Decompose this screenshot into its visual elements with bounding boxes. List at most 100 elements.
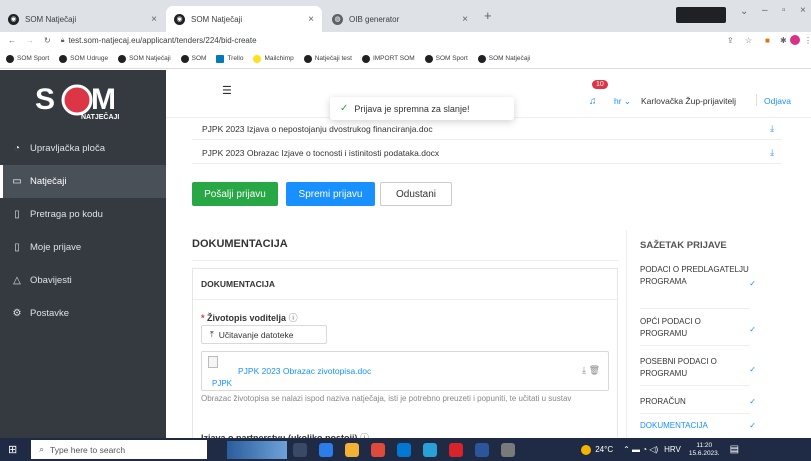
- lock-icon: 🔒︎: [60, 36, 65, 44]
- bell-icon[interactable]: ♫: [589, 96, 597, 107]
- browser-tab[interactable]: ◍ OIB generator ×: [324, 6, 476, 32]
- file-explorer-icon[interactable]: [345, 442, 360, 457]
- sidebar-item-notifications[interactable]: △ Obavijesti: [0, 264, 166, 297]
- share-icon[interactable]: ⇪: [727, 36, 734, 45]
- bookmark[interactable]: SOM Udruge: [59, 54, 108, 63]
- widgets-banner[interactable]: [227, 440, 288, 459]
- app-icon[interactable]: [423, 442, 438, 457]
- url-field[interactable]: test.som-natjecaj.eu/applicant/tenders/2…: [68, 36, 256, 45]
- bookmark[interactable]: Mailchimp: [253, 54, 294, 63]
- download-icon[interactable]: ⤓: [770, 147, 774, 158]
- bookmark[interactable]: SOM: [180, 54, 206, 63]
- summary-title: SAŽETAK PRIJAVE: [640, 240, 727, 251]
- summary-item[interactable]: PODACI O PREDLAGATELJU PROGRAMA ✓: [640, 264, 756, 309]
- info-icon[interactable]: ⓘ: [289, 313, 298, 323]
- logo[interactable]: S M NATJEČAJI: [0, 70, 166, 132]
- sidebar-item-my-applications[interactable]: ▯ Moje prijave: [0, 231, 166, 264]
- bookmark[interactable]: SOM Natječaji: [118, 54, 171, 63]
- logo-text: NATJEČAJI: [81, 112, 119, 121]
- close-icon[interactable]: ×: [151, 14, 157, 25]
- bookmark-icon: [303, 54, 312, 63]
- reload-icon[interactable]: ↻: [44, 36, 51, 45]
- file-row: PJPK 2023 Izjava o nepostojanju dvostruk…: [192, 118, 782, 140]
- notification-center-icon[interactable]: ▤: [730, 444, 739, 455]
- puzzle-icon[interactable]: ✱: [780, 36, 787, 45]
- check-circle-icon: ✓: [340, 103, 349, 114]
- summary-item[interactable]: OPĆI PODACI O PROGRAMU ✓: [640, 316, 756, 346]
- bookmark[interactable]: SOM Sport: [424, 54, 468, 63]
- divider: [626, 230, 627, 438]
- opera-icon[interactable]: [449, 442, 464, 457]
- word-icon[interactable]: [475, 442, 490, 457]
- field-label: * Životopis voditelja ⓘ: [201, 313, 298, 323]
- help-text: Obrazac životopisa se nalazi ispod naziv…: [201, 394, 572, 403]
- close-icon[interactable]: ×: [308, 14, 314, 25]
- panel-title: DOKUMENTACIJA: [193, 269, 617, 300]
- screen-recorder-toolbar[interactable]: [676, 7, 726, 23]
- taskbar-search-box[interactable]: ⌕ Type here to search: [31, 440, 208, 459]
- summary-item-active[interactable]: DOKUMENTACIJA ✓: [640, 420, 756, 436]
- browser-tab-active[interactable]: ◉ SOM Natječaji ×: [166, 6, 322, 32]
- cancel-button[interactable]: Odustani: [380, 182, 452, 206]
- delete-icon[interactable]: 🗑︎: [589, 365, 600, 376]
- file-thumbnail-icon: [208, 356, 218, 368]
- bookmark[interactable]: IMPORT SOM: [361, 54, 415, 63]
- send-application-button[interactable]: Pošalji prijavu: [192, 182, 278, 206]
- bookmark[interactable]: SOM Sport: [6, 54, 49, 63]
- som-logo-icon: S M NATJEČAJI: [35, 83, 119, 121]
- bookmarks-bar: SOM Sport SOM Udruge SOM Natječaji SOM T…: [0, 49, 811, 69]
- chrome-icon[interactable]: [371, 442, 386, 457]
- tray-icons[interactable]: ⌃ ▬ ◔ ◁): [623, 445, 658, 454]
- minimize-icon[interactable]: –: [762, 5, 768, 16]
- bookmark[interactable]: Trello: [216, 54, 243, 63]
- logout-link[interactable]: Odjava: [764, 96, 791, 106]
- new-tab-button[interactable]: +: [484, 8, 492, 23]
- bookmark[interactable]: SOM Natječaji: [477, 54, 530, 63]
- success-toast: ✓ Prijava je spremna za slanje!: [330, 97, 514, 120]
- chevron-down-icon[interactable]: ⌄: [740, 6, 748, 17]
- summary-item[interactable]: PRORAČUN ✓: [640, 396, 756, 414]
- save-application-button[interactable]: Spremi prijavu: [286, 182, 375, 206]
- weather-temp[interactable]: 24°C: [595, 445, 613, 454]
- clock[interactable]: 11:20 15.6.2023.: [689, 442, 720, 458]
- menu-kebab-icon[interactable]: ⋮: [804, 36, 811, 45]
- window-close-icon[interactable]: ×: [800, 5, 806, 16]
- document-icon: ▯: [14, 242, 20, 253]
- sidebar-item-search-by-code[interactable]: ▯ Pretraga po kodu: [0, 198, 166, 231]
- back-icon[interactable]: ←: [8, 36, 16, 45]
- sidebar-item-dashboard[interactable]: ◔ Upravljačka ploča: [0, 132, 166, 165]
- check-icon: ✓: [749, 421, 756, 430]
- windows-start-icon[interactable]: ⊞: [8, 443, 17, 456]
- edge-icon[interactable]: [319, 442, 334, 457]
- sidebar-item-settings[interactable]: ⚙ Postavke: [0, 297, 166, 330]
- language-select[interactable]: hr ⌄: [614, 96, 631, 107]
- star-icon[interactable]: ☆: [745, 36, 752, 45]
- file-thumbnail-label[interactable]: PJPK: [212, 379, 232, 388]
- close-icon[interactable]: ×: [462, 14, 468, 25]
- uploaded-file-link[interactable]: PJPK 2023 Obrazac zivotopisa.doc: [238, 366, 371, 376]
- mail-icon[interactable]: [397, 442, 412, 457]
- summary-item[interactable]: POSEBNI PODACI O PROGRAMU ✓: [640, 356, 756, 386]
- divider: [756, 94, 757, 106]
- download-icon[interactable]: ⤓: [582, 365, 586, 376]
- bookmark-icon: [424, 54, 433, 63]
- user-name[interactable]: Karlovačka Žup-prijavitelj: [641, 96, 736, 106]
- menu-toggle-icon[interactable]: ☰: [222, 84, 232, 97]
- som-favicon-icon: ◉: [8, 13, 19, 25]
- check-icon: ✓: [749, 397, 756, 406]
- app-icon[interactable]: [501, 442, 516, 457]
- divider: [192, 260, 618, 261]
- download-icon[interactable]: ⤓: [770, 123, 774, 134]
- upload-button[interactable]: ⤒ Učitavanje datoteke: [201, 325, 327, 344]
- main-content: PJPK 2023 Izjava o nepostojanju dvostruk…: [166, 118, 811, 443]
- maximize-icon[interactable]: ▫: [782, 5, 786, 16]
- extension-icon[interactable]: ■: [765, 36, 770, 45]
- profile-avatar[interactable]: [790, 35, 800, 45]
- forward-icon[interactable]: →: [26, 36, 34, 45]
- task-view-icon[interactable]: [293, 442, 308, 457]
- keyboard-lang[interactable]: HRV: [664, 445, 681, 454]
- sidebar-item-tenders[interactable]: ▭ Natječaji: [0, 165, 166, 198]
- bookmark[interactable]: Natječaji test: [303, 54, 352, 63]
- browser-tab[interactable]: ◉ SOM Natječaji ×: [0, 6, 165, 32]
- bookmark-icon: [477, 54, 486, 63]
